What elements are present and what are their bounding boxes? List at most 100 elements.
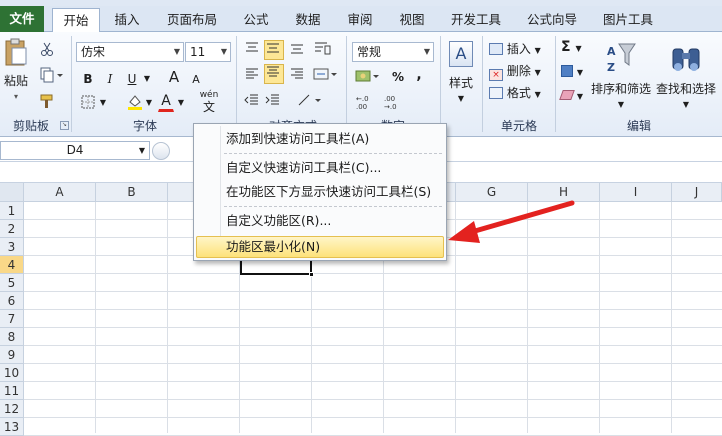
font-name-dropdown-icon[interactable]: ▼ [171, 43, 183, 61]
sort-filter-dropdown-icon[interactable]: ▼ [591, 97, 651, 113]
row-header[interactable]: 2 [0, 220, 24, 238]
insert-cells-button[interactable]: 插入 ▼ [488, 40, 550, 58]
row-header[interactable]: 12 [0, 400, 24, 418]
row-header[interactable]: 9 [0, 346, 24, 364]
menu-item-customize-ribbon[interactable]: 自定义功能区(R)... [226, 210, 442, 232]
tab-page-layout[interactable]: 页面布局 [156, 8, 228, 32]
fill-handle[interactable] [309, 272, 314, 277]
row-header[interactable]: 3 [0, 238, 24, 256]
font-size-dropdown-icon[interactable]: ▼ [218, 43, 230, 61]
column-header[interactable]: I [600, 183, 672, 202]
group-divider [346, 36, 347, 132]
menu-item-customize-quick-access[interactable]: 自定义快速访问工具栏(C)... [226, 157, 442, 179]
format-cells-button[interactable]: 格式 ▼ [488, 84, 550, 102]
column-header[interactable]: B [96, 183, 168, 202]
grow-font-button[interactable]: A [166, 68, 182, 88]
sort-filter-button[interactable]: AZ 排序和筛选 ▼ [590, 40, 652, 114]
row-gridline [24, 399, 722, 400]
wrap-text-icon[interactable] [312, 40, 332, 58]
number-format-dropdown-icon[interactable]: ▼ [421, 43, 433, 61]
menu-item-show-quick-access-below[interactable]: 在功能区下方显示快速访问工具栏(S) [226, 181, 442, 203]
tab-formula-wizard[interactable]: 公式向导 [518, 8, 586, 32]
decrease-indent-icon[interactable] [243, 92, 261, 110]
delete-cells-button[interactable]: × 删除 ▼ [488, 62, 550, 81]
tab-view[interactable]: 视图 [390, 8, 434, 32]
italic-button[interactable]: I [102, 70, 118, 88]
select-all-corner[interactable] [0, 183, 24, 202]
borders-dropdown-icon[interactable]: ▼ [98, 94, 108, 112]
orientation-icon[interactable] [296, 92, 322, 110]
fill-button[interactable]: ▼ [560, 62, 588, 80]
paste-dropdown-icon[interactable]: ▾ [3, 89, 29, 105]
bold-button[interactable]: B [80, 70, 96, 88]
row-header[interactable]: 8 [0, 328, 24, 346]
clear-button[interactable]: ▼ [559, 86, 588, 104]
number-format-combo[interactable]: 常规 ▼ [352, 42, 434, 62]
increase-decimal-icon[interactable]: ←.0.00 [354, 92, 380, 112]
number-format-value: 常规 [357, 45, 382, 59]
align-bottom-icon[interactable] [288, 40, 306, 58]
fill-color-dropdown-icon[interactable]: ▼ [144, 94, 154, 112]
font-color-dropdown-icon[interactable]: ▼ [176, 94, 186, 112]
row-header[interactable]: 10 [0, 364, 24, 382]
column-gridline [671, 202, 672, 433]
row-header[interactable]: 7 [0, 310, 24, 328]
percent-button[interactable]: % [390, 68, 406, 86]
tab-developer[interactable]: 开发工具 [442, 8, 510, 32]
tab-home[interactable]: 开始 [52, 8, 100, 33]
row-header[interactable]: 6 [0, 292, 24, 310]
column-header[interactable]: A [24, 183, 96, 202]
row-gridline [24, 417, 722, 418]
underline-button[interactable]: U [124, 70, 140, 88]
copy-icon[interactable] [38, 66, 64, 84]
column-header[interactable]: J [672, 183, 722, 202]
row-header[interactable]: 13 [0, 418, 24, 436]
currency-format-icon[interactable] [354, 68, 380, 86]
autosum-button[interactable]: Σ ▼ [560, 38, 588, 56]
align-center-icon[interactable] [264, 64, 284, 84]
paste-button[interactable]: 粘贴 ▾ [2, 36, 30, 114]
align-right-icon[interactable] [288, 66, 306, 84]
tab-file[interactable]: 文件 [0, 6, 44, 32]
align-left-icon[interactable] [243, 66, 261, 84]
row-header[interactable]: 4 [0, 256, 24, 274]
format-cells-label: 格式 [506, 86, 531, 100]
tab-data[interactable]: 数据 [286, 8, 330, 32]
red-annotation-arrow-icon [448, 200, 575, 243]
font-size-combo[interactable]: 11 ▼ [185, 42, 231, 62]
cut-icon[interactable] [38, 40, 56, 58]
tab-formulas[interactable]: 公式 [234, 8, 278, 32]
row-header[interactable]: 5 [0, 274, 24, 292]
shrink-font-button[interactable]: A [188, 71, 204, 89]
menu-item-add-to-quick-access[interactable]: 添加到快速访问工具栏(A) [226, 128, 442, 150]
formula-expand-icon[interactable] [152, 142, 170, 160]
name-box-dropdown-icon[interactable]: ▼ [139, 142, 145, 159]
merge-center-icon[interactable] [312, 66, 338, 84]
font-name-combo[interactable]: 仿宋 ▼ [76, 42, 184, 62]
row-header[interactable]: 1 [0, 202, 24, 220]
align-middle-icon[interactable] [264, 40, 284, 60]
styles-button[interactable]: A 样式 ▼ [444, 40, 478, 114]
styles-dropdown-icon[interactable]: ▼ [445, 91, 477, 107]
align-top-icon[interactable] [243, 40, 261, 58]
row-header[interactable]: 11 [0, 382, 24, 400]
decrease-decimal-icon[interactable]: .00 →.0 [382, 92, 408, 112]
fill-color-icon[interactable] [126, 92, 144, 112]
tab-review[interactable]: 审阅 [338, 8, 382, 32]
phonetic-guide-button[interactable]: wén 文 [198, 90, 220, 115]
format-painter-icon[interactable] [38, 92, 56, 110]
name-box[interactable]: D4 ▼ [0, 141, 150, 160]
increase-indent-icon[interactable] [264, 92, 282, 110]
underline-dropdown-icon[interactable]: ▼ [142, 70, 152, 88]
tab-picture-tools[interactable]: 图片工具 [594, 8, 662, 32]
row-gridline [24, 309, 722, 310]
tab-insert[interactable]: 插入 [104, 8, 150, 32]
font-color-button[interactable]: A [158, 92, 174, 112]
comma-style-button[interactable]: , [412, 66, 426, 84]
menu-item-minimize-ribbon[interactable]: 功能区最小化(N) [226, 236, 442, 258]
sort-filter-label: 排序和筛选 [591, 82, 652, 96]
find-select-button[interactable]: 查找和选择 ▼ [654, 40, 718, 114]
borders-icon[interactable] [80, 94, 96, 112]
find-select-dropdown-icon[interactable]: ▼ [655, 97, 717, 113]
clipboard-launcher-icon[interactable]: ↘ [60, 121, 69, 130]
